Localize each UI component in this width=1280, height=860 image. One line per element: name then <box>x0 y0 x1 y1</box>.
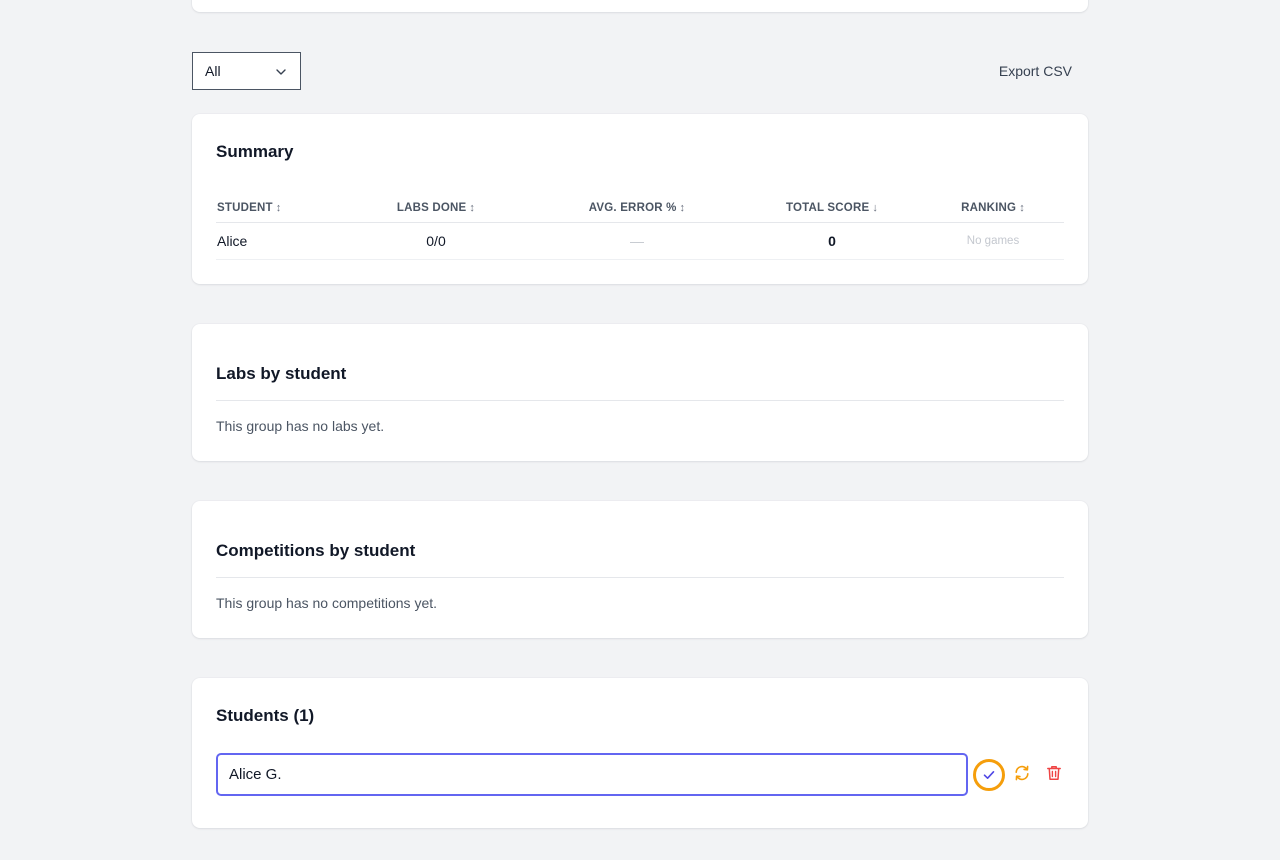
filter-select[interactable]: All <box>192 52 301 90</box>
previous-card <box>192 0 1088 12</box>
divider <box>216 577 1064 578</box>
refresh-button[interactable] <box>1008 759 1036 787</box>
cell-labs-done: 0/0 <box>426 233 446 249</box>
column-label: AVG. ERROR % <box>588 202 677 214</box>
summary-title: Summary <box>216 142 294 161</box>
sort-desc-icon: ↓ <box>872 202 879 214</box>
sort-icon: ↕ <box>275 202 282 214</box>
confirm-button[interactable] <box>973 759 1005 791</box>
check-icon <box>983 771 995 779</box>
labs-title: Labs by student <box>216 364 347 383</box>
labs-empty-message: This group has no labs yet. <box>216 418 385 434</box>
column-header-total-score[interactable]: TOTAL SCORE ↓ <box>742 194 922 222</box>
competitions-empty-message: This group has no competitions yet. <box>216 595 438 611</box>
summary-table: STUDENT ↕ LABS DONE ↕ AVG. ERROR % ↕ TOT… <box>216 194 1064 260</box>
summary-card: Summary STUDENT ↕ LABS DONE ↕ AVG. ERROR… <box>192 114 1088 284</box>
export-csv-button[interactable]: Export CSV <box>999 60 1072 82</box>
column-header-avg-error[interactable]: AVG. ERROR % ↕ <box>532 194 742 222</box>
sort-icon: ↕ <box>679 202 686 214</box>
column-label: TOTAL SCORE <box>785 202 870 214</box>
students-title: Students (1) <box>216 706 315 725</box>
column-header-labs-done[interactable]: LABS DONE ↕ <box>340 194 532 222</box>
labs-card: Labs by student This group has no labs y… <box>192 324 1088 461</box>
table-header: STUDENT ↕ LABS DONE ↕ AVG. ERROR % ↕ TOT… <box>216 194 1064 223</box>
column-header-student[interactable]: STUDENT ↕ <box>216 194 340 222</box>
divider <box>216 400 1064 401</box>
filter-select-value: All <box>205 63 221 79</box>
page: All Export CSV Summary STUDENT ↕ LABS DO… <box>0 0 1280 860</box>
cell-total-score: 0 <box>828 233 836 249</box>
competitions-card: Competitions by student This group has n… <box>192 501 1088 638</box>
students-card: Students (1) <box>192 678 1088 828</box>
student-name-input[interactable] <box>216 753 968 796</box>
refresh-icon <box>1015 765 1029 781</box>
delete-button[interactable] <box>1040 759 1068 787</box>
cell-avg-error: — <box>630 233 644 249</box>
column-label: RANKING <box>961 202 1017 214</box>
sort-icon: ↕ <box>1019 202 1025 214</box>
sort-icon: ↕ <box>469 202 476 214</box>
cell-student: Alice <box>217 233 248 249</box>
cell-ranking: No games <box>966 235 1020 247</box>
chevron-down-icon <box>276 69 286 75</box>
competitions-title: Competitions by student <box>216 541 416 560</box>
column-label: LABS DONE <box>396 202 467 214</box>
column-header-ranking[interactable]: RANKING ↕ <box>922 194 1064 222</box>
table-row: Alice 0/0 — 0 No games <box>216 223 1064 260</box>
column-label: STUDENT <box>217 202 273 214</box>
trash-icon <box>1047 766 1061 780</box>
